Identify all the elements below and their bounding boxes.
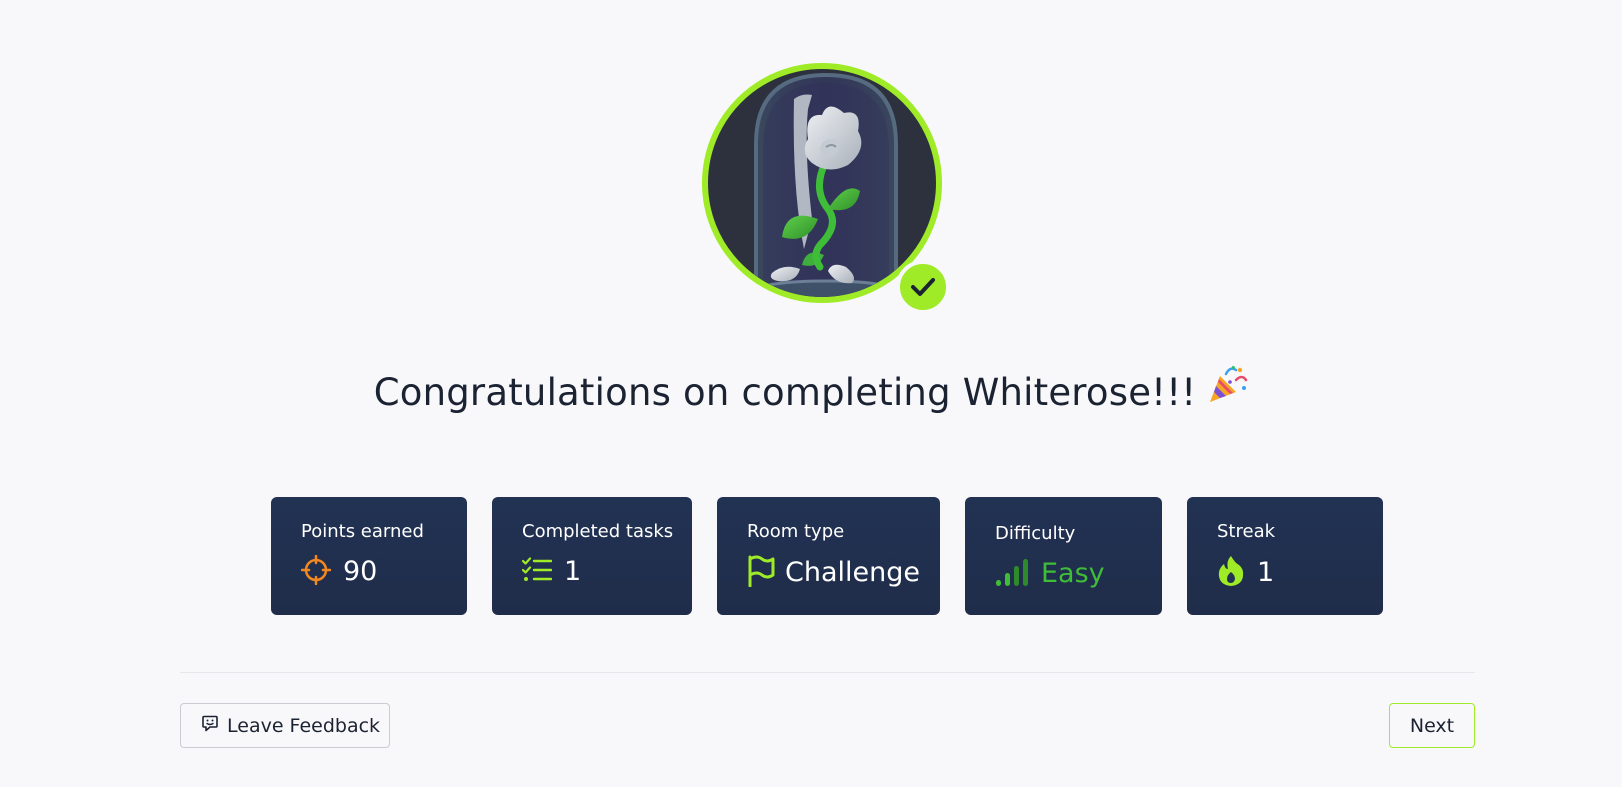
next-button[interactable]: Next xyxy=(1389,703,1475,748)
room-type-card: Room type Challenge xyxy=(717,497,940,615)
points-value: 90 xyxy=(343,556,378,587)
room-type-label: Room type xyxy=(747,521,845,542)
leave-feedback-button[interactable]: Leave Feedback xyxy=(180,703,390,748)
feedback-label: Leave Feedback xyxy=(227,714,381,737)
checklist-icon xyxy=(521,557,553,587)
streak-card: Streak 1 xyxy=(1187,497,1383,615)
difficulty-card: Difficulty Easy xyxy=(965,497,1162,615)
room-badge xyxy=(702,63,952,314)
difficulty-value: Easy xyxy=(1041,558,1105,589)
completed-check-icon xyxy=(896,260,950,314)
feedback-icon xyxy=(202,715,218,737)
crosshair-icon xyxy=(300,554,332,589)
room-type-value: Challenge xyxy=(785,557,920,588)
points-label: Points earned xyxy=(301,521,424,542)
next-label: Next xyxy=(1409,714,1455,737)
tasks-label: Completed tasks xyxy=(522,521,674,542)
streak-value: 1 xyxy=(1257,557,1275,588)
points-earned-card: Points earned 90 xyxy=(271,497,467,615)
flame-icon xyxy=(1217,555,1245,591)
signal-bars-icon xyxy=(995,557,1031,591)
divider xyxy=(180,672,1475,673)
difficulty-label: Difficulty xyxy=(995,523,1076,544)
completion-page: Congratulations on completing Whiterose!… xyxy=(0,0,1622,787)
party-popper-icon xyxy=(1206,364,1248,417)
congratulations-heading: Congratulations on completing Whiterose!… xyxy=(0,365,1622,418)
tasks-value: 1 xyxy=(564,556,582,587)
streak-label: Streak xyxy=(1217,521,1276,542)
completed-tasks-card: Completed tasks 1 xyxy=(492,497,692,615)
flag-icon xyxy=(747,555,775,591)
heading-text: Congratulations on completing Whiterose!… xyxy=(373,371,1197,414)
